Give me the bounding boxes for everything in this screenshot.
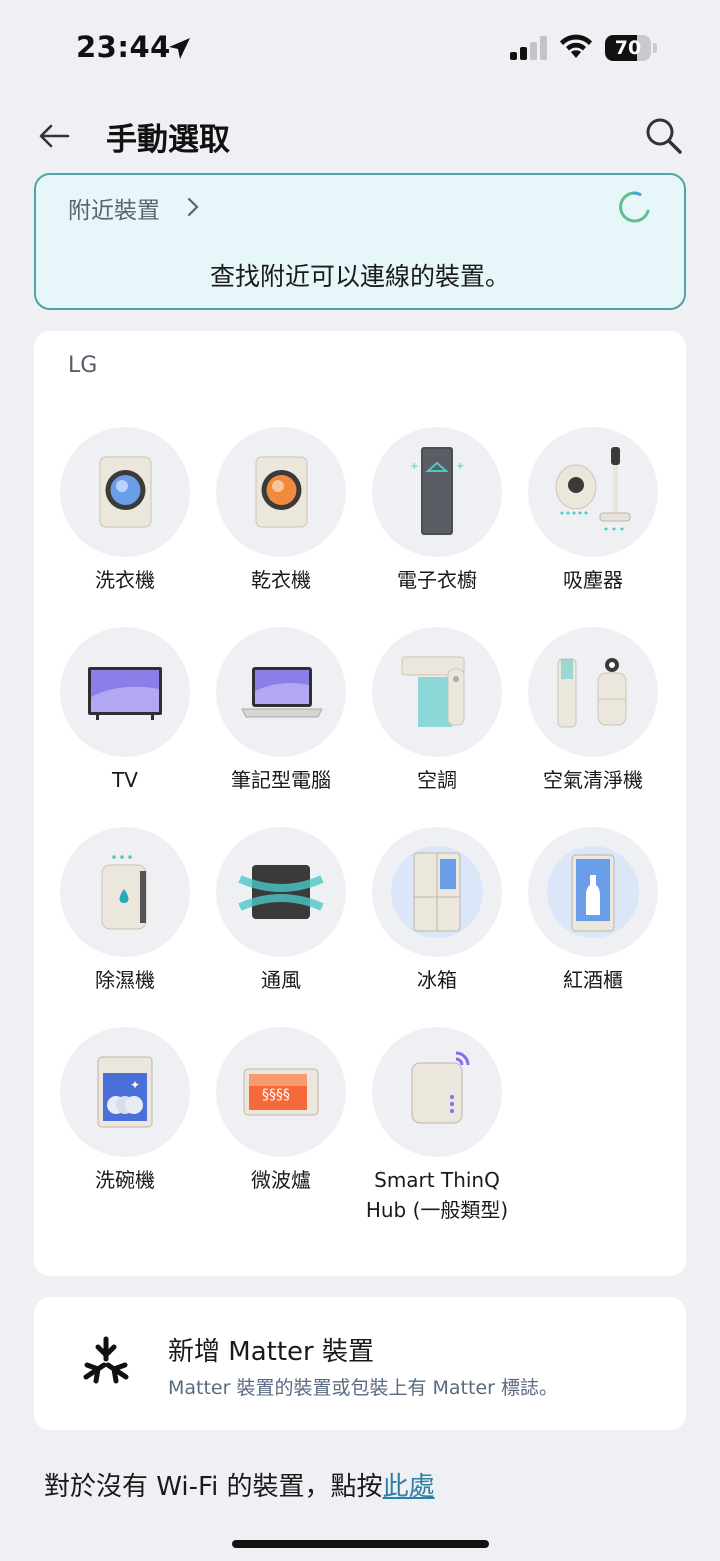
device-label: 乾衣機	[251, 568, 311, 592]
refrigerator-icon	[372, 827, 502, 957]
here-link[interactable]: 此處	[383, 1472, 435, 1502]
device-dishwasher[interactable]: ✦ 洗碗機	[47, 1027, 203, 1195]
matter-subtitle: Matter 裝置的裝置或包裝上有 Matter 標誌。	[168, 1377, 558, 1399]
device-air-conditioner[interactable]: 空調	[359, 627, 515, 795]
no-wifi-note: 對於沒有 Wi-Fi 的裝置，點按此處	[44, 1466, 435, 1503]
air-purifier-icon	[528, 627, 658, 757]
dehumidifier-icon	[60, 827, 190, 957]
device-tv[interactable]: TV	[47, 627, 203, 795]
back-arrow-icon[interactable]	[36, 118, 72, 154]
no-wifi-note-text: 對於沒有 Wi-Fi 的裝置，點按	[44, 1472, 383, 1502]
battery-icon: 70	[605, 35, 657, 61]
location-arrow-icon	[169, 38, 190, 59]
matter-logo-icon	[83, 1336, 129, 1384]
cellular-signal-icon	[510, 36, 547, 60]
nearby-devices-title[interactable]: 附近裝置	[68, 191, 160, 225]
microwave-icon: §§§§	[216, 1027, 346, 1157]
device-label: 空氣清淨機	[543, 768, 643, 792]
device-microwave[interactable]: §§§§ 微波爐	[203, 1027, 359, 1195]
wifi-icon	[560, 34, 592, 58]
wine-cellar-icon	[528, 827, 658, 957]
status-time: 23:44	[76, 30, 171, 64]
air-conditioner-icon	[372, 627, 502, 757]
device-laptop[interactable]: 筆記型電腦	[203, 627, 359, 795]
device-category-card: LG 洗衣機 乾衣機 + + 電子衣櫥 吸塵器 TV 筆記型電腦 空調 空氣清淨…	[34, 331, 686, 1276]
matter-title: 新增 Matter 裝置	[168, 1337, 374, 1367]
status-bar: 23:44 70	[0, 0, 720, 96]
device-styler[interactable]: + + 電子衣櫥	[359, 427, 515, 595]
device-label: 電子衣櫥	[397, 568, 477, 592]
thinq-hub-icon	[372, 1027, 502, 1157]
device-label: 紅酒櫃	[563, 968, 623, 992]
device-dryer[interactable]: 乾衣機	[203, 427, 359, 595]
svg-text:+: +	[410, 461, 418, 472]
laptop-icon	[216, 627, 346, 757]
device-label: 筆記型電腦	[231, 768, 331, 792]
device-air-purifier[interactable]: 空氣清淨機	[515, 627, 671, 795]
device-label: 微波爐	[251, 1168, 311, 1192]
tv-icon	[60, 627, 190, 757]
nearby-devices-card[interactable]: 附近裝置 查找附近可以連線的裝置。	[34, 173, 686, 310]
styler-icon: + +	[372, 427, 502, 557]
dishwasher-icon: ✦	[60, 1027, 190, 1157]
battery-level: 70	[614, 37, 642, 59]
device-label: 吸塵器	[563, 568, 623, 592]
device-wine-cellar[interactable]: 紅酒櫃	[515, 827, 671, 995]
search-icon[interactable]	[644, 116, 684, 156]
add-matter-device-card[interactable]: 新增 Matter 裝置 Matter 裝置的裝置或包裝上有 Matter 標誌…	[34, 1297, 686, 1430]
device-label: 空調	[417, 768, 457, 792]
device-ventilation[interactable]: 通風	[203, 827, 359, 995]
dryer-icon	[216, 427, 346, 557]
device-label: 洗衣機	[95, 568, 155, 592]
device-washer[interactable]: 洗衣機	[47, 427, 203, 595]
home-indicator[interactable]	[232, 1540, 489, 1548]
device-dehumidifier[interactable]: 除濕機	[47, 827, 203, 995]
svg-text:✦: ✦	[130, 1078, 140, 1092]
device-label: 冰箱	[417, 968, 457, 992]
device-label: TV	[112, 768, 138, 792]
brand-label: LG	[68, 353, 98, 378]
nearby-devices-description: 查找附近可以連線的裝置。	[209, 262, 510, 291]
page-title: 手動選取	[106, 122, 230, 158]
device-refrigerator[interactable]: 冰箱	[359, 827, 515, 995]
device-label: Smart ThinQ Hub (一般類型)	[365, 1168, 509, 1222]
device-label: 洗碗機	[95, 1168, 155, 1192]
svg-text:+: +	[456, 461, 464, 472]
device-vacuum[interactable]: 吸塵器	[515, 427, 671, 595]
device-label: 通風	[261, 968, 301, 992]
svg-text:§§§§: §§§§	[262, 1087, 290, 1103]
washer-icon	[60, 427, 190, 557]
device-label: 除濕機	[95, 968, 155, 992]
loading-spinner-icon	[619, 191, 650, 223]
chevron-right-icon	[187, 197, 199, 217]
vacuum-icon	[528, 427, 658, 557]
ventilation-icon	[216, 827, 346, 957]
device-thinq-hub[interactable]: Smart ThinQ Hub (一般類型)	[359, 1027, 515, 1225]
